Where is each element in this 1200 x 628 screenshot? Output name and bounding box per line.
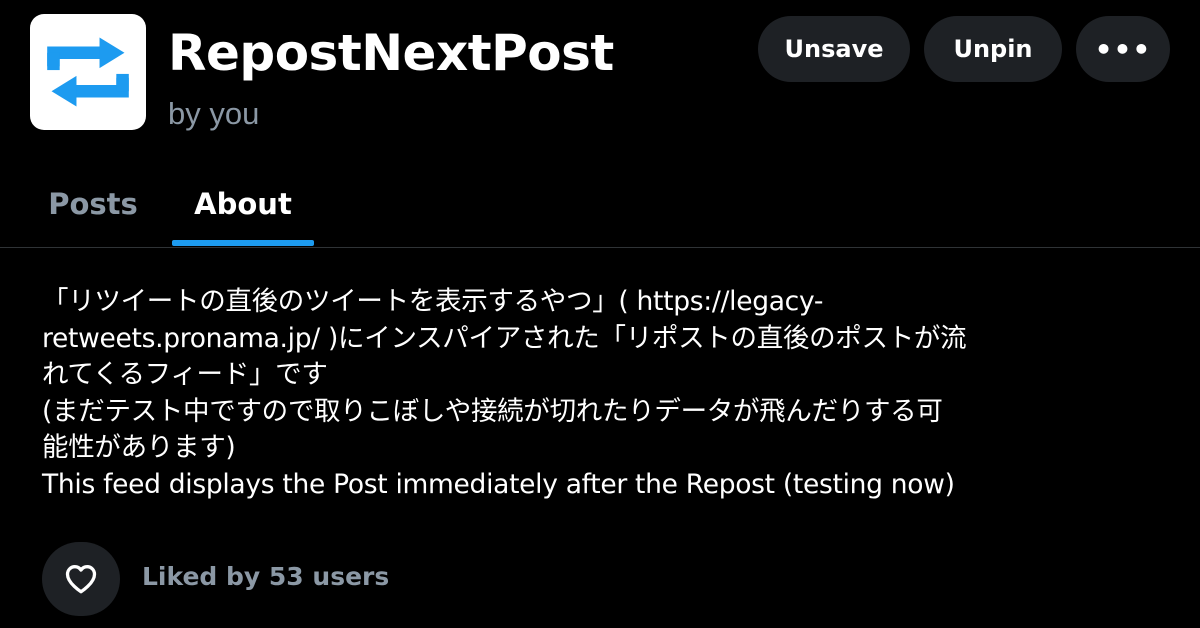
header-actions: Unsave Unpin ••• bbox=[758, 16, 1170, 82]
feed-title: RepostNextPost bbox=[168, 24, 614, 82]
unsave-button[interactable]: Unsave bbox=[758, 16, 910, 82]
description-line: This feed displays the Post immediately … bbox=[42, 468, 955, 500]
active-tab-indicator bbox=[172, 240, 314, 246]
description-line: れてくるフィード」です bbox=[42, 359, 328, 390]
tab-about[interactable]: About bbox=[172, 160, 314, 248]
more-dots-icon: ••• bbox=[1094, 32, 1152, 66]
feed-description: 「リツイートの直後のツイートを表示するやつ」( https://legacy- … bbox=[42, 284, 1172, 503]
tab-posts[interactable]: Posts bbox=[30, 160, 156, 248]
unpin-button[interactable]: Unpin bbox=[924, 16, 1062, 82]
description-line: retweets.pronama.jp/ )にインスパイアされた「リポストの直後… bbox=[42, 322, 967, 354]
description-line: 「リツイートの直後のツイートを表示するやつ」( https://legacy- bbox=[42, 286, 824, 317]
feed-page: RepostNextPost by you Unsave Unpin ••• P… bbox=[0, 0, 1200, 628]
description-line: (まだテスト中ですので取りこぼしや接続が切れたりデータが飛んだりする可 bbox=[42, 395, 943, 427]
like-button[interactable] bbox=[42, 542, 120, 616]
feed-author: by you bbox=[168, 96, 260, 131]
description-line: 能性があります) bbox=[42, 432, 236, 463]
repost-arrows-icon bbox=[47, 37, 129, 107]
likes-count-text: Liked by 53 users bbox=[142, 562, 390, 591]
more-options-button[interactable]: ••• bbox=[1076, 16, 1170, 82]
feed-header: RepostNextPost by you Unsave Unpin ••• bbox=[0, 0, 1200, 160]
feed-tabs: Posts About bbox=[0, 160, 1200, 248]
heart-icon bbox=[65, 565, 97, 594]
feed-avatar bbox=[30, 14, 146, 130]
